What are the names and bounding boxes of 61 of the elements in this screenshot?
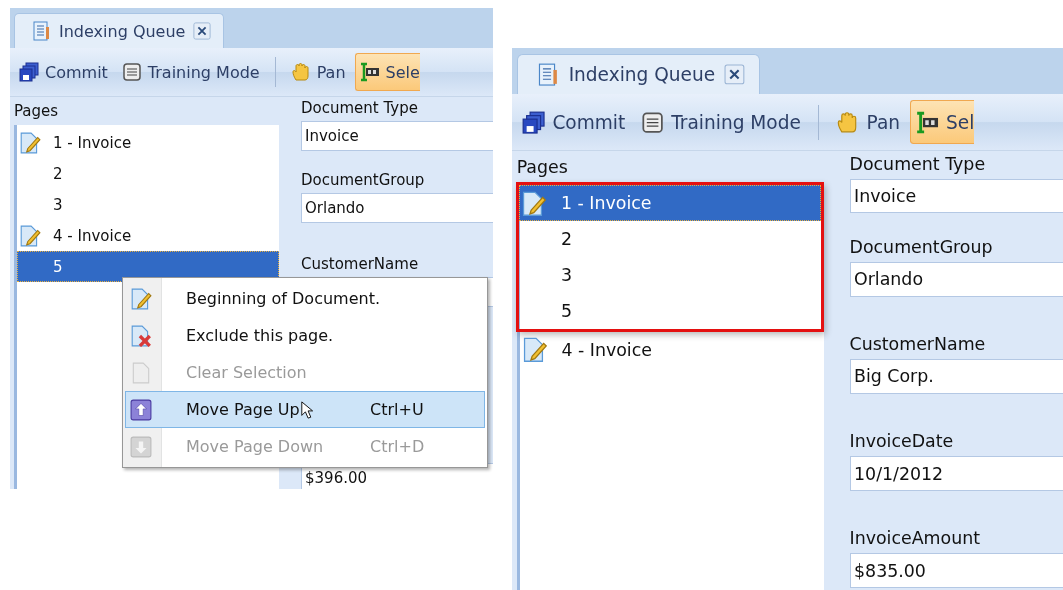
page-item[interactable]: 2 <box>17 158 279 189</box>
text-field[interactable]: Invoice <box>849 178 1063 214</box>
list-box-icon <box>121 62 142 82</box>
text-field[interactable]: Orlando <box>301 193 493 223</box>
page-item[interactable]: 3 <box>17 189 279 220</box>
menu-item[interactable]: Beginning of Document. <box>125 280 485 317</box>
toolbar-button[interactable]: Sele <box>354 53 420 91</box>
toolbar-button[interactable]: Sel <box>910 100 975 145</box>
text-field[interactable]: Invoice <box>301 121 493 151</box>
menu-item[interactable]: Move Page Up Ctrl+U <box>125 391 485 428</box>
text-field[interactable]: 10/1/2012 <box>849 456 1063 491</box>
close-icon <box>193 22 212 40</box>
document-pencil-icon <box>19 224 41 247</box>
page-item[interactable]: 1 - Invoice <box>17 127 279 158</box>
document-pencil-icon <box>521 337 548 363</box>
page-item[interactable]: 2 <box>519 221 821 258</box>
shortcut-label: Ctrl+U <box>370 400 425 419</box>
hand-icon <box>290 62 311 82</box>
document-x-icon <box>130 324 152 347</box>
close-icon <box>724 64 746 86</box>
shortcut-label: Ctrl+D <box>370 437 426 456</box>
floppy-disks-icon <box>522 110 546 134</box>
toolbar-button[interactable]: Training Mode <box>635 100 807 145</box>
toolbar-button[interactable]: Training Mode <box>116 53 265 91</box>
pages-label: Pages <box>516 156 569 180</box>
page-item[interactable]: 5 <box>519 293 821 330</box>
list-document-icon <box>536 63 560 87</box>
field-label: DocumentGroup <box>849 237 993 257</box>
toolbar-button[interactable]: Commit <box>516 100 631 145</box>
page-item[interactable]: 1 - Invoice <box>519 185 821 222</box>
document-tab[interactable]: Indexing Queue <box>14 13 225 48</box>
field-label: DocumentGroup <box>301 171 425 189</box>
blank-page-icon <box>130 361 152 384</box>
list-box-icon <box>641 110 665 134</box>
menu-item[interactable]: Exclude this page. <box>125 317 485 354</box>
page-item[interactable]: 4 - Invoice <box>519 332 824 369</box>
page-item[interactable]: 4 - Invoice <box>17 220 279 251</box>
toolbar-button[interactable]: Pan <box>285 53 351 91</box>
field-label: CustomerName <box>301 255 419 273</box>
text-field[interactable]: $835.00 <box>849 553 1063 588</box>
document-pencil-icon <box>19 131 41 154</box>
document-pencil-icon <box>521 190 547 217</box>
tab-title: Indexing Queue <box>568 64 716 86</box>
field-label: InvoiceAmount <box>849 528 981 549</box>
field-label: CustomerName <box>849 334 986 355</box>
tab-title: Indexing Queue <box>59 21 186 41</box>
text-field[interactable]: Orlando <box>849 262 1063 297</box>
toolbar-button[interactable]: Pan <box>830 100 906 145</box>
text-field[interactable]: Big Corp. <box>849 359 1063 394</box>
pages-label: Pages <box>14 101 60 122</box>
page-item[interactable]: 3 <box>519 257 821 294</box>
list-document-icon <box>31 21 51 41</box>
document-tab[interactable]: Indexing Queue <box>516 53 761 95</box>
text-select-icon <box>359 62 380 82</box>
document-pencil-icon <box>130 287 152 310</box>
floppy-disks-icon <box>19 62 39 82</box>
field-label: InvoiceDate <box>849 431 954 452</box>
text-select-icon <box>915 110 940 134</box>
toolbar-button[interactable]: Commit <box>14 53 113 91</box>
field-label: Document Type <box>301 99 418 117</box>
field-label: Document Type <box>849 153 986 174</box>
